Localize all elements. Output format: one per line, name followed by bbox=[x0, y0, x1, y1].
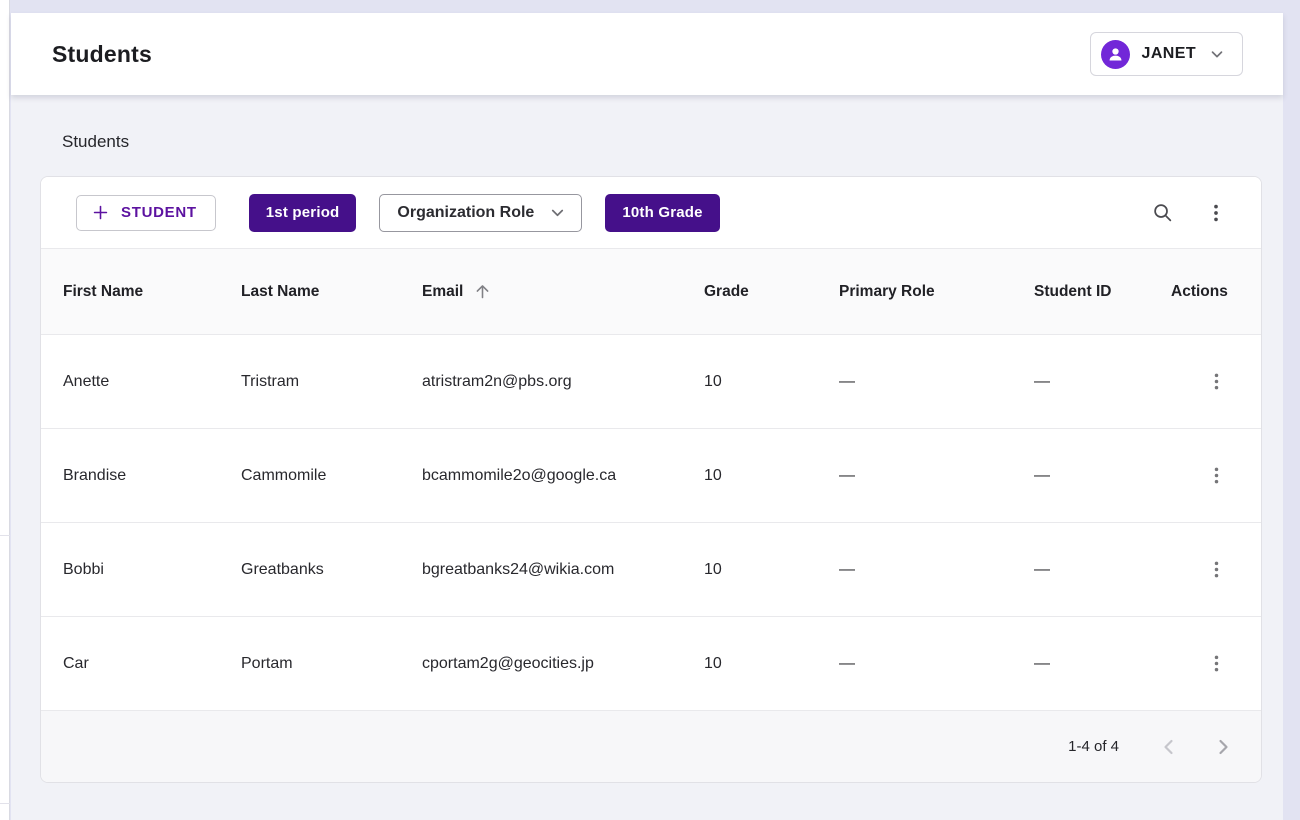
search-button[interactable] bbox=[1142, 193, 1182, 233]
chevron-down-icon bbox=[1208, 45, 1226, 63]
rail-divider bbox=[0, 535, 10, 536]
page-title: Students bbox=[52, 41, 152, 68]
cell-student-id: — bbox=[1034, 467, 1171, 485]
left-rail bbox=[0, 0, 10, 820]
cell-last-name: Cammomile bbox=[241, 467, 422, 485]
row-actions-button[interactable] bbox=[1196, 550, 1236, 590]
cell-student-id: — bbox=[1034, 373, 1171, 391]
cell-primary-role: — bbox=[839, 373, 1034, 391]
column-header-student-id[interactable]: Student ID bbox=[1034, 283, 1171, 301]
cell-first-name: Brandise bbox=[63, 467, 241, 485]
table-footer: 1-4 of 4 bbox=[41, 711, 1261, 782]
kebab-menu-icon bbox=[1206, 559, 1227, 580]
cell-first-name: Car bbox=[63, 655, 241, 673]
rail-divider bbox=[0, 803, 10, 804]
cell-email: atristram2n@pbs.org bbox=[422, 373, 704, 391]
chevron-right-icon bbox=[1211, 735, 1235, 759]
table-row: Anette Tristram atristram2n@pbs.org 10 —… bbox=[41, 335, 1261, 429]
cell-student-id: — bbox=[1034, 655, 1171, 673]
cell-first-name: Anette bbox=[63, 373, 241, 391]
user-menu-button[interactable]: JANET bbox=[1090, 32, 1243, 76]
column-header-email-label: Email bbox=[422, 283, 463, 301]
row-actions-button[interactable] bbox=[1196, 644, 1236, 684]
cell-primary-role: — bbox=[839, 561, 1034, 579]
table-row: Brandise Cammomile bcammomile2o@google.c… bbox=[41, 429, 1261, 523]
table-body: Anette Tristram atristram2n@pbs.org 10 —… bbox=[41, 335, 1261, 711]
sort-ascending-icon bbox=[473, 282, 492, 301]
plus-icon bbox=[91, 203, 110, 222]
column-header-email[interactable]: Email bbox=[422, 282, 704, 301]
pagination-range: 1-4 of 4 bbox=[1068, 738, 1119, 755]
cell-primary-role: — bbox=[839, 655, 1034, 673]
table-menu-button[interactable] bbox=[1196, 193, 1236, 233]
cell-student-id: — bbox=[1034, 561, 1171, 579]
table-row: Bobbi Greatbanks bgreatbanks24@wikia.com… bbox=[41, 523, 1261, 617]
table-row: Car Portam cportam2g@geocities.jp 10 — — bbox=[41, 617, 1261, 711]
row-actions-button[interactable] bbox=[1196, 362, 1236, 402]
filter-grade-chip[interactable]: 10th Grade bbox=[605, 194, 719, 232]
row-actions-button[interactable] bbox=[1196, 456, 1236, 496]
column-header-last-name[interactable]: Last Name bbox=[241, 283, 422, 301]
cell-email: bcammomile2o@google.ca bbox=[422, 467, 704, 485]
table-toolbar: STUDENT 1st period Organization Role 10t… bbox=[41, 177, 1261, 249]
cell-last-name: Tristram bbox=[241, 373, 422, 391]
section-title: Students bbox=[62, 132, 1262, 152]
search-icon bbox=[1151, 201, 1174, 224]
cell-first-name: Bobbi bbox=[63, 561, 241, 579]
cell-last-name: Greatbanks bbox=[241, 561, 422, 579]
kebab-menu-icon bbox=[1206, 465, 1227, 486]
next-page-button[interactable] bbox=[1201, 725, 1245, 769]
students-card: STUDENT 1st period Organization Role 10t… bbox=[40, 176, 1262, 783]
kebab-menu-icon bbox=[1205, 202, 1227, 224]
organization-role-dropdown[interactable]: Organization Role bbox=[379, 194, 582, 232]
kebab-menu-icon bbox=[1206, 371, 1227, 392]
add-student-button[interactable]: STUDENT bbox=[76, 195, 216, 231]
column-header-primary-role[interactable]: Primary Role bbox=[839, 283, 1034, 301]
cell-grade: 10 bbox=[704, 467, 839, 485]
page-content: Students STUDENT 1st period Organization… bbox=[11, 132, 1283, 783]
cell-grade: 10 bbox=[704, 655, 839, 673]
table-header-row: First Name Last Name Email Grade Primary… bbox=[41, 249, 1261, 335]
avatar-person-icon bbox=[1106, 45, 1125, 64]
previous-page-button[interactable] bbox=[1147, 725, 1191, 769]
filter-period-chip[interactable]: 1st period bbox=[249, 194, 357, 232]
main-panel: Students JANET Students STUD bbox=[11, 13, 1283, 820]
cell-grade: 10 bbox=[704, 561, 839, 579]
column-header-actions: Actions bbox=[1171, 283, 1261, 301]
cell-email: bgreatbanks24@wikia.com bbox=[422, 561, 704, 579]
kebab-menu-icon bbox=[1206, 653, 1227, 674]
cell-last-name: Portam bbox=[241, 655, 422, 673]
user-name: JANET bbox=[1142, 45, 1196, 63]
chevron-down-icon bbox=[548, 203, 567, 222]
toolbar-actions bbox=[1142, 193, 1236, 233]
chevron-left-icon bbox=[1157, 735, 1181, 759]
add-student-label: STUDENT bbox=[121, 204, 197, 221]
cell-primary-role: — bbox=[839, 467, 1034, 485]
app-header: Students JANET bbox=[11, 13, 1283, 95]
column-header-grade[interactable]: Grade bbox=[704, 283, 839, 301]
avatar bbox=[1101, 40, 1130, 69]
column-header-first-name[interactable]: First Name bbox=[63, 283, 241, 301]
organization-role-label: Organization Role bbox=[397, 204, 534, 222]
cell-grade: 10 bbox=[704, 373, 839, 391]
cell-email: cportam2g@geocities.jp bbox=[422, 655, 704, 673]
